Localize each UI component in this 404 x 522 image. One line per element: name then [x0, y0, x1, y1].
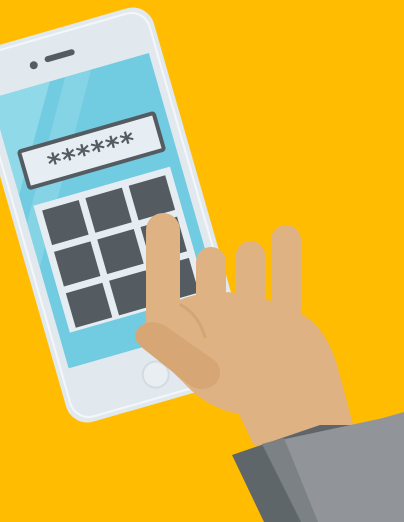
ring-finger	[236, 241, 265, 323]
middle-finger	[196, 247, 226, 326]
illustration-canvas: ******	[0, 0, 404, 522]
little-finger	[271, 225, 301, 325]
phone-unlock-illustration: ******	[0, 0, 404, 522]
